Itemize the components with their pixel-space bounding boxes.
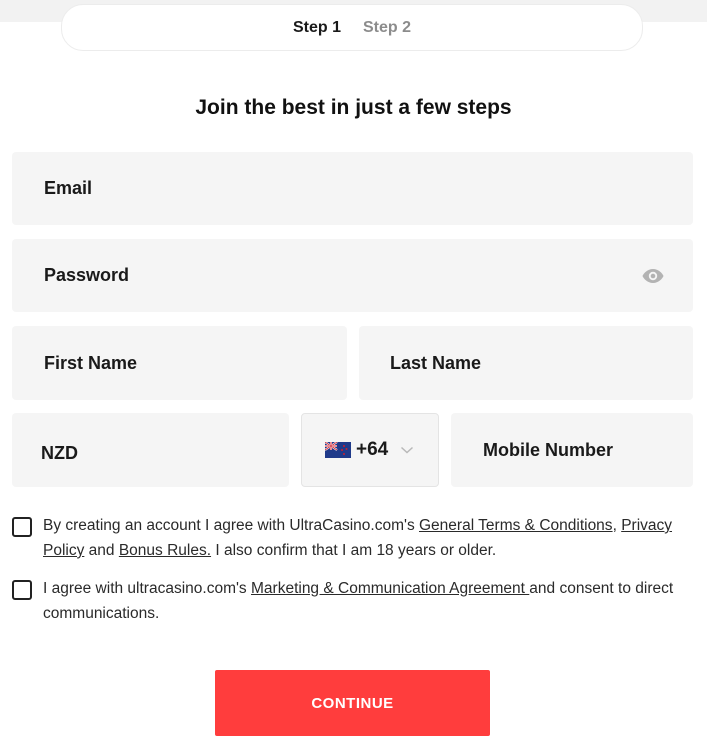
terms-consent-text: By creating an account I agree with Ultr… bbox=[43, 513, 697, 563]
last-name-field[interactable]: Last Name bbox=[359, 326, 693, 400]
page-title: Join the best in just a few steps bbox=[195, 96, 512, 119]
country-code-value: +64 bbox=[356, 439, 389, 460]
currency-field[interactable]: NZD bbox=[12, 413, 289, 487]
first-name-field[interactable]: First Name bbox=[12, 326, 347, 400]
terms-text-part: By creating an account I agree with Ultr… bbox=[43, 517, 419, 534]
terms-text-sep: , bbox=[612, 517, 622, 534]
step-2-tab[interactable]: Step 2 bbox=[363, 19, 411, 37]
terms-consent: By creating an account I agree with Ultr… bbox=[12, 513, 697, 563]
terms-text-age: I also confirm that I am 18 years or old… bbox=[211, 542, 497, 559]
email-field[interactable]: Email bbox=[12, 152, 693, 225]
terms-text-and: and bbox=[84, 542, 119, 559]
general-terms-link[interactable]: General Terms & Conditions bbox=[419, 517, 613, 534]
terms-checkbox[interactable] bbox=[12, 517, 32, 537]
marketing-checkbox[interactable] bbox=[12, 580, 32, 600]
mobile-number-field[interactable]: Mobile Number bbox=[451, 413, 693, 487]
first-name-placeholder: First Name bbox=[44, 352, 138, 373]
marketing-consent: I agree with ultracasino.com's Marketing… bbox=[12, 576, 697, 626]
step-indicator: Step 1 Step 2 bbox=[61, 4, 643, 51]
currency-value: NZD bbox=[41, 442, 78, 463]
password-field[interactable]: Password bbox=[12, 239, 693, 312]
marketing-agreement-link[interactable]: Marketing & Communication Agreement bbox=[251, 580, 529, 597]
marketing-consent-text: I agree with ultracasino.com's Marketing… bbox=[43, 576, 697, 626]
country-code-select[interactable]: +64 bbox=[301, 413, 439, 487]
email-placeholder: Email bbox=[44, 178, 93, 198]
step-1-tab[interactable]: Step 1 bbox=[293, 19, 341, 37]
nz-flag-icon bbox=[325, 442, 351, 458]
mobile-number-placeholder: Mobile Number bbox=[483, 439, 614, 460]
continue-button[interactable]: CONTINUE bbox=[215, 670, 490, 736]
password-placeholder: Password bbox=[44, 265, 130, 285]
bonus-rules-link[interactable]: Bonus Rules. bbox=[119, 542, 211, 559]
chevron-down-icon bbox=[401, 446, 414, 454]
last-name-placeholder: Last Name bbox=[390, 352, 482, 373]
marketing-text-part: I agree with ultracasino.com's bbox=[43, 580, 251, 597]
eye-icon[interactable] bbox=[641, 264, 665, 288]
